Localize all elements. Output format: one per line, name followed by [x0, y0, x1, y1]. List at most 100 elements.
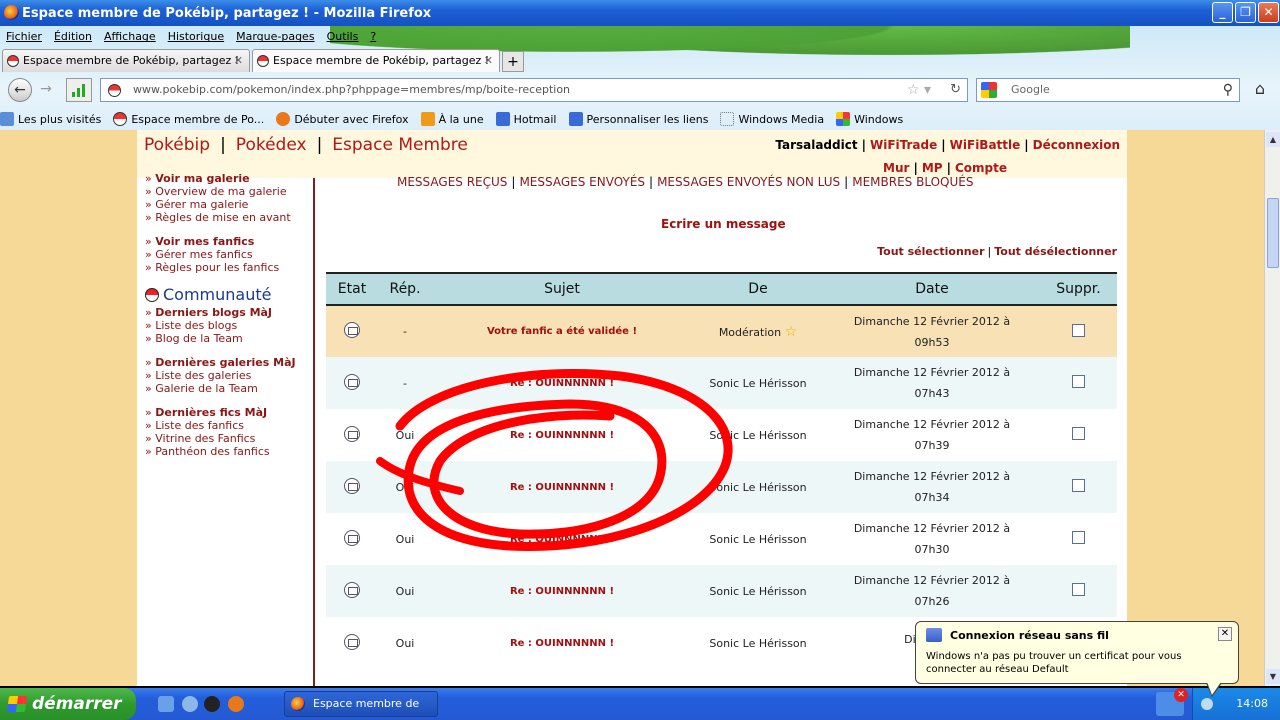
sidebar-item[interactable]: » Règles de mise en avant: [145, 211, 313, 224]
sender-link[interactable]: Sonic Le Hérisson: [709, 429, 806, 442]
bookmark-item[interactable]: À la une: [420, 112, 484, 126]
compose-link[interactable]: Ecrire un message: [661, 217, 786, 231]
wireless-icon[interactable]: [1201, 698, 1213, 710]
subject-link[interactable]: Re : OUINNNNNN !: [432, 357, 692, 409]
menu-affichage[interactable]: Affichage: [98, 30, 162, 43]
bookmark-item[interactable]: Hotmail: [495, 112, 557, 126]
nav-pokebip[interactable]: Pokébip: [144, 135, 210, 155]
sidebar-item[interactable]: » Vitrine des Fanfics: [145, 432, 313, 445]
deselect-all-link[interactable]: Tout désélectionner: [994, 245, 1117, 258]
browser-tab[interactable]: Espace membre de Pokébip, partagez ! ✕: [2, 49, 250, 72]
table-row[interactable]: OuiRe : OUINNNNNN !Sonic Le HérissonDima…: [326, 513, 1117, 565]
link-wifibattle[interactable]: WiFiBattle: [950, 138, 1021, 152]
table-row[interactable]: - Re : OUINNNNNN ! Sonic Le Hérisson Dimanc…: [326, 357, 1117, 409]
link-mp[interactable]: MP: [922, 161, 943, 175]
sidebar-item[interactable]: » Règles pour les fanfics: [145, 261, 313, 274]
sidebar-item[interactable]: » Derniers blogs MàJ: [145, 306, 313, 319]
link-deconnexion[interactable]: Déconnexion: [1033, 138, 1120, 152]
tab-close-icon[interactable]: ✕: [484, 50, 493, 72]
table-row[interactable]: OuiRe : OUINNNNNN !Sonic Le HérissonDima…: [326, 461, 1117, 513]
subject-link[interactable]: Re : OUINNNNNN !: [432, 617, 692, 669]
menu-fichier[interactable]: Fichier: [0, 30, 48, 43]
subject-link[interactable]: Re : OUINNNNNN !: [432, 513, 692, 565]
start-button[interactable]: démarrer: [0, 688, 136, 720]
firefox-quicklaunch-icon[interactable]: [228, 696, 244, 712]
sidebar-item[interactable]: » Panthéon des fanfics: [145, 445, 313, 458]
sender-link[interactable]: Sonic Le Hérisson: [709, 637, 806, 650]
browser-tab-active[interactable]: Espace membre de Pokébip, partagez ! ✕: [252, 49, 500, 72]
sidebar-item[interactable]: » Liste des blogs: [145, 319, 313, 332]
ie-icon[interactable]: [158, 696, 174, 712]
username[interactable]: Tarsaladdict: [775, 138, 857, 152]
link-wifitrade[interactable]: WiFiTrade: [870, 138, 937, 152]
delete-checkbox[interactable]: [1072, 531, 1085, 544]
tab-sent-unread[interactable]: MESSAGES ENVOYÉS NON LUS: [657, 175, 840, 189]
taskbar-item-firefox[interactable]: Espace membre de P...: [284, 691, 438, 717]
back-button[interactable]: ←: [8, 78, 32, 102]
subject-link[interactable]: Re : OUINNNNNN !: [432, 461, 692, 513]
table-row[interactable]: - Votre fanfic a été validée ! Modération …: [326, 305, 1117, 357]
reload-icon[interactable]: ↻: [950, 79, 961, 101]
search-input[interactable]: Google ⚲: [976, 78, 1240, 102]
signal-icon[interactable]: [66, 78, 92, 102]
table-row[interactable]: OuiRe : OUINNNNNN !Sonic Le HérissonDima…: [326, 409, 1117, 461]
tab-close-icon[interactable]: ✕: [234, 50, 243, 72]
sender-link[interactable]: Sonic Le Hérisson: [709, 481, 806, 494]
url-bar[interactable]: www.pokebip.com/pokemon/index.php?phppag…: [100, 78, 968, 102]
link-mur[interactable]: Mur: [883, 161, 909, 175]
page-scrollbar[interactable]: ▲ ▼: [1264, 130, 1280, 686]
bookmark-item[interactable]: Windows Media: [720, 112, 824, 126]
bookmark-item[interactable]: Les plus visités: [0, 112, 101, 126]
nav-pokedex[interactable]: Pokédex: [236, 135, 307, 155]
search-icon[interactable]: ⚲: [1223, 79, 1233, 101]
bookmark-item[interactable]: Personnaliser les liens: [568, 112, 708, 126]
network-tray-button[interactable]: ✕: [1156, 688, 1188, 716]
minimize-button[interactable]: _: [1212, 2, 1233, 23]
sender-link[interactable]: Sonic Le Hérisson: [709, 585, 806, 598]
delete-checkbox[interactable]: [1072, 323, 1085, 337]
new-tab-button[interactable]: +: [502, 51, 524, 72]
delete-checkbox[interactable]: [1072, 479, 1085, 492]
sidebar-item[interactable]: » Voir mes fanfics: [145, 235, 313, 248]
menu-help[interactable]: ?: [364, 30, 382, 43]
scroll-up-icon[interactable]: ▲: [1266, 132, 1280, 147]
notification-balloon[interactable]: Connexion réseau sans fil Windows n'a pa…: [915, 621, 1239, 697]
select-all-link[interactable]: Tout sélectionner: [877, 245, 984, 258]
sidebar-item[interactable]: » Overview de ma galerie: [145, 185, 313, 198]
sender-link[interactable]: Sonic Le Hérisson: [709, 533, 806, 546]
maximize-button[interactable]: ❐: [1235, 2, 1256, 23]
sidebar-item[interactable]: » Dernières galeries MàJ: [145, 356, 313, 369]
bookmark-item[interactable]: Débuter avec Firefox: [276, 112, 409, 126]
menu-outils[interactable]: Outils: [321, 30, 365, 43]
subject-link[interactable]: Re : OUINNNNNN !: [432, 565, 692, 617]
nav-espace-membre[interactable]: Espace Membre: [332, 135, 468, 155]
subject-link[interactable]: Re : OUINNNNNN !: [432, 409, 692, 461]
delete-checkbox[interactable]: [1072, 375, 1085, 388]
scroll-down-icon[interactable]: ▼: [1266, 669, 1280, 684]
sender-link[interactable]: Sonic Le Hérisson: [709, 377, 806, 390]
sender-link[interactable]: Modération: [719, 326, 781, 339]
tab-blocked[interactable]: MEMBRES BLOQUÉS: [852, 175, 973, 189]
balloon-close-icon[interactable]: ✕: [1218, 627, 1232, 641]
menu-historique[interactable]: Historique: [162, 30, 230, 43]
sidebar-item[interactable]: » Liste des galeries: [145, 369, 313, 382]
bookmark-item[interactable]: Windows: [836, 112, 903, 126]
subject-link[interactable]: Votre fanfic a été validée !: [432, 305, 692, 357]
menu-edition[interactable]: Édition: [48, 30, 98, 43]
sidebar-item[interactable]: » Liste des fanfics: [145, 419, 313, 432]
table-row[interactable]: OuiRe : OUINNNNNN !Sonic Le HérissonDima…: [326, 565, 1117, 617]
bookmark-star-icon[interactable]: ☆ ▾: [907, 79, 931, 101]
sidebar-item[interactable]: » Gérer mes fanfics: [145, 248, 313, 261]
bookmark-item[interactable]: Espace membre de Po...: [113, 112, 264, 126]
sidebar-item[interactable]: » Dernières fics MàJ: [145, 406, 313, 419]
sidebar-item[interactable]: » Galerie de la Team: [145, 382, 313, 395]
media-player-icon[interactable]: [204, 696, 220, 712]
sidebar-item[interactable]: » Gérer ma galerie: [145, 198, 313, 211]
link-compte[interactable]: Compte: [955, 161, 1007, 175]
forward-button[interactable]: →: [34, 78, 58, 102]
tab-received[interactable]: MESSAGES REÇUS: [397, 175, 507, 189]
tab-sent[interactable]: MESSAGES ENVOYÉS: [519, 175, 645, 189]
sidebar-item[interactable]: » Voir ma galerie: [145, 172, 313, 185]
close-button[interactable]: ✕: [1258, 2, 1279, 23]
home-icon[interactable]: ⌂: [1248, 79, 1272, 101]
